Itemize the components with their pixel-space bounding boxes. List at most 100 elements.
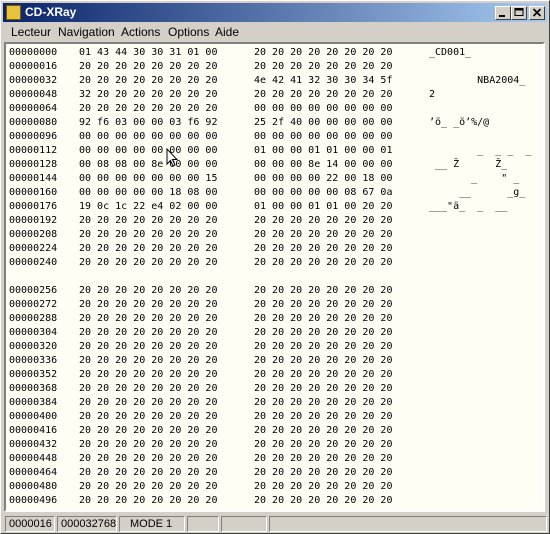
cdrom-icon[interactable] xyxy=(6,5,21,20)
hex-offset: 00000144 xyxy=(9,173,58,184)
hex-bytes-left: 20 20 20 20 20 20 20 20 xyxy=(79,103,218,114)
mouse-pointer-icon xyxy=(166,148,178,167)
hex-bytes-left: 20 20 20 20 20 20 20 20 xyxy=(79,481,218,492)
hex-bytes-right: 20 20 20 20 20 20 20 20 xyxy=(254,411,393,422)
hex-bytes-right: 20 20 20 20 20 20 20 20 xyxy=(254,453,393,464)
menu-navigation[interactable]: Navigation xyxy=(58,25,115,39)
hex-bytes-right: 20 20 20 20 20 20 20 20 xyxy=(254,89,393,100)
ascii-text: NBA2004_ xyxy=(429,75,526,86)
hex-bytes-left: 00 00 00 00 00 00 00 15 xyxy=(79,173,218,184)
hex-bytes-right: 01 00 00 01 01 00 00 01 xyxy=(254,145,393,156)
ascii-text: ___"ä_ _ __ xyxy=(429,201,508,212)
window-title: CD-XRay xyxy=(25,5,77,19)
ascii-text: ’ö_ _ö’%/@ xyxy=(429,117,490,128)
hex-bytes-left: 20 20 20 20 20 20 20 20 xyxy=(79,243,218,254)
hex-bytes-left: 19 0c 1c 22 e4 02 00 00 xyxy=(79,201,218,212)
hex-bytes-right: 00 00 00 00 00 00 00 00 xyxy=(254,103,393,114)
hex-offset: 00000304 xyxy=(9,327,58,338)
hex-offset: 00000400 xyxy=(9,411,58,422)
hex-offset: 00000176 xyxy=(9,201,58,212)
hex-offset: 00000048 xyxy=(9,89,58,100)
hex-offset: 00000288 xyxy=(9,313,58,324)
menu-actions[interactable]: Actions xyxy=(121,25,160,39)
menu-options[interactable]: Options xyxy=(168,25,209,39)
hex-bytes-right: 4e 42 41 32 30 30 34 5f xyxy=(254,75,393,86)
status-field-5 xyxy=(221,516,267,532)
hex-offset: 00000416 xyxy=(9,425,58,436)
hex-bytes-left: 20 20 20 20 20 20 20 20 xyxy=(79,327,218,338)
hex-bytes-left: 20 20 20 20 20 20 20 20 xyxy=(79,425,218,436)
hex-bytes-left: 20 20 20 20 20 20 20 20 xyxy=(79,229,218,240)
hex-bytes-left: 20 20 20 20 20 20 20 20 xyxy=(79,467,218,478)
hex-bytes-right: 20 20 20 20 20 20 20 20 xyxy=(254,327,393,338)
hex-bytes-left: 20 20 20 20 20 20 20 20 xyxy=(79,299,218,310)
minimize-icon xyxy=(499,15,505,17)
hex-bytes-right: 00 00 00 00 00 08 67 0a xyxy=(254,187,393,198)
minimize-button[interactable] xyxy=(495,6,511,20)
hex-offset: 00000016 xyxy=(9,61,58,72)
status-field-6 xyxy=(269,516,547,532)
hex-bytes-right: 20 20 20 20 20 20 20 20 xyxy=(254,425,393,436)
hex-bytes-left: 92 f6 03 00 00 03 f6 92 xyxy=(79,117,218,128)
hex-bytes-right: 25 2f 40 00 00 00 00 00 xyxy=(254,117,393,128)
hex-offset: 00000384 xyxy=(9,397,58,408)
ascii-text: _ _ _ _ xyxy=(429,145,532,156)
hex-bytes-left: 20 20 20 20 20 20 20 20 xyxy=(79,61,218,72)
hex-offset: 00000256 xyxy=(9,285,58,296)
title-bar[interactable]: CD-XRay xyxy=(3,3,547,22)
menu-aide[interactable]: Aide xyxy=(215,25,239,39)
close-icon xyxy=(532,8,542,17)
hex-bytes-right: 20 20 20 20 20 20 20 20 xyxy=(254,467,393,478)
ascii-text: 2 xyxy=(429,89,436,100)
hex-offset: 00000000 xyxy=(9,47,58,58)
hex-offset: 00000096 xyxy=(9,131,58,142)
hex-dump-view[interactable]: 00000000 01 43 44 30 30 31 01 00 20 20 20 … xyxy=(4,42,545,512)
hex-bytes-left: 20 20 20 20 20 20 20 20 xyxy=(79,439,218,450)
hex-bytes-right: 00 00 00 00 22 00 18 00 xyxy=(254,173,393,184)
hex-bytes-left: 00 00 00 00 00 00 00 00 xyxy=(79,145,218,156)
hex-bytes-right: 20 20 20 20 20 20 20 20 xyxy=(254,243,393,254)
hex-bytes-right: 00 00 00 00 00 00 00 00 xyxy=(254,131,393,142)
status-size: 000032768 xyxy=(57,516,117,532)
hex-bytes-right: 20 20 20 20 20 20 20 20 xyxy=(254,215,393,226)
ascii-text: _ " _ xyxy=(429,173,520,184)
hex-offset: 00000464 xyxy=(9,467,58,478)
hex-bytes-left: 20 20 20 20 20 20 20 20 xyxy=(79,215,218,226)
hex-offset: 00000224 xyxy=(9,243,58,254)
status-field-4 xyxy=(187,516,219,532)
hex-bytes-right: 20 20 20 20 20 20 20 20 xyxy=(254,341,393,352)
hex-offset: 00000432 xyxy=(9,439,58,450)
hex-bytes-right: 00 00 00 8e 14 00 00 00 xyxy=(254,159,393,170)
hex-offset: 00000064 xyxy=(9,103,58,114)
hex-offset: 00000160 xyxy=(9,187,58,198)
hex-bytes-right: 20 20 20 20 20 20 20 20 xyxy=(254,355,393,366)
maximize-button[interactable] xyxy=(511,6,527,20)
hex-bytes-right: 20 20 20 20 20 20 20 20 xyxy=(254,313,393,324)
hex-bytes-left: 20 20 20 20 20 20 20 20 xyxy=(79,341,218,352)
hex-offset: 00000080 xyxy=(9,117,58,128)
status-bar: 0000016 000032768 MODE 1 xyxy=(3,515,549,533)
hex-bytes-left: 20 20 20 20 20 20 20 20 xyxy=(79,313,218,324)
hex-bytes-right: 20 20 20 20 20 20 20 20 xyxy=(254,285,393,296)
maximize-icon xyxy=(514,8,524,16)
hex-offset: 00000240 xyxy=(9,257,58,268)
hex-bytes-right: 01 00 00 01 01 00 20 20 xyxy=(254,201,393,212)
hex-bytes-left: 00 08 08 00 8e 00 00 00 xyxy=(79,159,218,170)
hex-bytes-right: 20 20 20 20 20 20 20 20 xyxy=(254,47,393,58)
menu-lecteur[interactable]: Lecteur xyxy=(11,25,51,39)
hex-bytes-right: 20 20 20 20 20 20 20 20 xyxy=(254,299,393,310)
close-button[interactable] xyxy=(529,6,545,20)
ascii-text: __ _g_ xyxy=(429,187,526,198)
hex-bytes-right: 20 20 20 20 20 20 20 20 xyxy=(254,61,393,72)
hex-bytes-right: 20 20 20 20 20 20 20 20 xyxy=(254,495,393,506)
hex-bytes-left: 20 20 20 20 20 20 20 20 xyxy=(79,285,218,296)
hex-bytes-left: 32 20 20 20 20 20 20 20 xyxy=(79,89,218,100)
hex-bytes-right: 20 20 20 20 20 20 20 20 xyxy=(254,481,393,492)
hex-bytes-left: 20 20 20 20 20 20 20 20 xyxy=(79,453,218,464)
menu-bar: Lecteur Navigation Actions Options Aide xyxy=(3,23,547,41)
hex-bytes-right: 20 20 20 20 20 20 20 20 xyxy=(254,397,393,408)
hex-offset: 00000032 xyxy=(9,75,58,86)
hex-bytes-right: 20 20 20 20 20 20 20 20 xyxy=(254,369,393,380)
hex-offset: 00000272 xyxy=(9,299,58,310)
hex-offset: 00000352 xyxy=(9,369,58,380)
